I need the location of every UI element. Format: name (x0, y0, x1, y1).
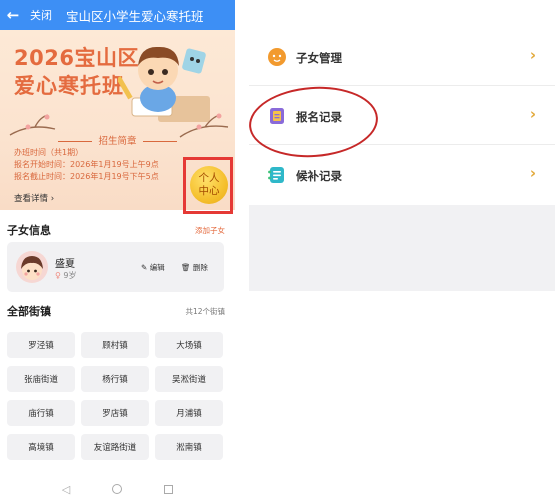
edit-child-button[interactable]: ✎ 编辑 (141, 262, 165, 273)
towns-count: 共12个街镇 (185, 307, 225, 316)
town-button[interactable]: 淞南镇 (155, 434, 223, 460)
pencil-icon: ✎ (141, 263, 148, 272)
personal-center-button[interactable]: 个人 中心 (190, 166, 228, 204)
top-bar: ← 关闭 宝山区小学生爱心寒托班 (0, 0, 235, 30)
right-phone-screen: 子女管理 › 报名记录 › 候补记录 › (246, 18, 555, 291)
enrollment-info: 办班时间（共1期） 报名开始时间：2026年1月19号上午9点 报名截止时间：2… (14, 147, 159, 183)
town-button[interactable]: 杨行镇 (81, 366, 149, 392)
children-heading: 子女信息 (7, 224, 51, 237)
menu-label: 子女管理 (296, 51, 342, 65)
delete-label: 删除 (192, 263, 208, 272)
town-grid: 罗泾镇 顾村镇 大场镇 张庙街道 杨行镇 吴淞街道 庙行镇 罗店镇 月浦镇 高境… (7, 332, 224, 460)
personal-center-highlight: 个人 中心 (183, 157, 233, 214)
personal-center-label-1: 个人 (198, 172, 220, 184)
town-button[interactable]: 月浦镇 (155, 400, 223, 426)
close-button[interactable]: 关闭 (30, 7, 52, 23)
arrow-left-icon[interactable]: ← (0, 0, 26, 30)
child-name: 盛夏 (55, 259, 75, 270)
view-details-link[interactable]: 查看详情 › (14, 192, 54, 204)
town-button[interactable]: 吴淞街道 (155, 366, 223, 392)
town-button[interactable]: 大场镇 (155, 332, 223, 358)
town-button[interactable]: 庙行镇 (7, 400, 75, 426)
chevron-right-icon: › (529, 164, 536, 182)
edit-label: 编辑 (149, 263, 165, 272)
brochure-subtitle: 招生简章 (0, 133, 235, 147)
add-child-link[interactable]: 添加子女 (195, 225, 225, 236)
waitlist-icon (268, 167, 284, 183)
back-triangle-icon[interactable]: ◁ (62, 483, 70, 496)
child-age-value: 9岁 (63, 271, 77, 280)
towns-heading: 全部街镇 (7, 305, 51, 318)
town-button[interactable]: 罗店镇 (81, 400, 149, 426)
menu-item-child-management[interactable]: 子女管理 › (249, 28, 555, 86)
chevron-right-icon: › (529, 105, 536, 123)
personal-menu: 子女管理 › 报名记录 › 候补记录 › (246, 18, 555, 205)
home-circle-icon[interactable] (112, 484, 123, 494)
info-line: 报名开始时间：2026年1月19号上午9点 (14, 160, 159, 169)
town-button[interactable]: 高境镇 (7, 434, 75, 460)
personal-center-label-2: 中心 (198, 185, 220, 197)
town-button[interactable]: 张庙街道 (7, 366, 75, 392)
town-button[interactable]: 友谊路街道 (81, 434, 149, 460)
menu-label: 候补记录 (296, 169, 342, 183)
recent-square-icon[interactable] (164, 484, 174, 494)
system-nav-bar: ◁ (0, 478, 235, 500)
banner-title-line2: 爱心寒托班 (14, 74, 124, 98)
chevron-right-icon: › (529, 46, 536, 64)
gender-female-icon: ♀ (55, 271, 61, 280)
delete-child-button[interactable]: 🗑 删除 (181, 262, 208, 273)
left-phone-screen: ← 关闭 宝山区小学生爱心寒托班 2026宝山区 爱心寒托班 招生简章 办班时间… (0, 0, 235, 500)
child-card[interactable]: 盛夏 ♀ 9岁 ✎ 编辑 🗑 删除 (7, 242, 224, 292)
town-button[interactable]: 罗泾镇 (7, 332, 75, 358)
info-line: 报名截止时间：2026年1月19号下午5点 (14, 172, 159, 181)
avatar (16, 251, 48, 283)
page-title: 宝山区小学生爱心寒托班 (66, 8, 204, 24)
screenshot-root: ← 关闭 宝山区小学生爱心寒托班 2026宝山区 爱心寒托班 招生简章 办班时间… (0, 0, 555, 500)
trash-icon: 🗑 (181, 263, 191, 272)
info-line: 办班时间（共1期） (14, 148, 84, 157)
child-age: ♀ 9岁 (55, 270, 77, 281)
town-button[interactable]: 顾村镇 (81, 332, 149, 358)
child-face-icon (268, 48, 286, 66)
